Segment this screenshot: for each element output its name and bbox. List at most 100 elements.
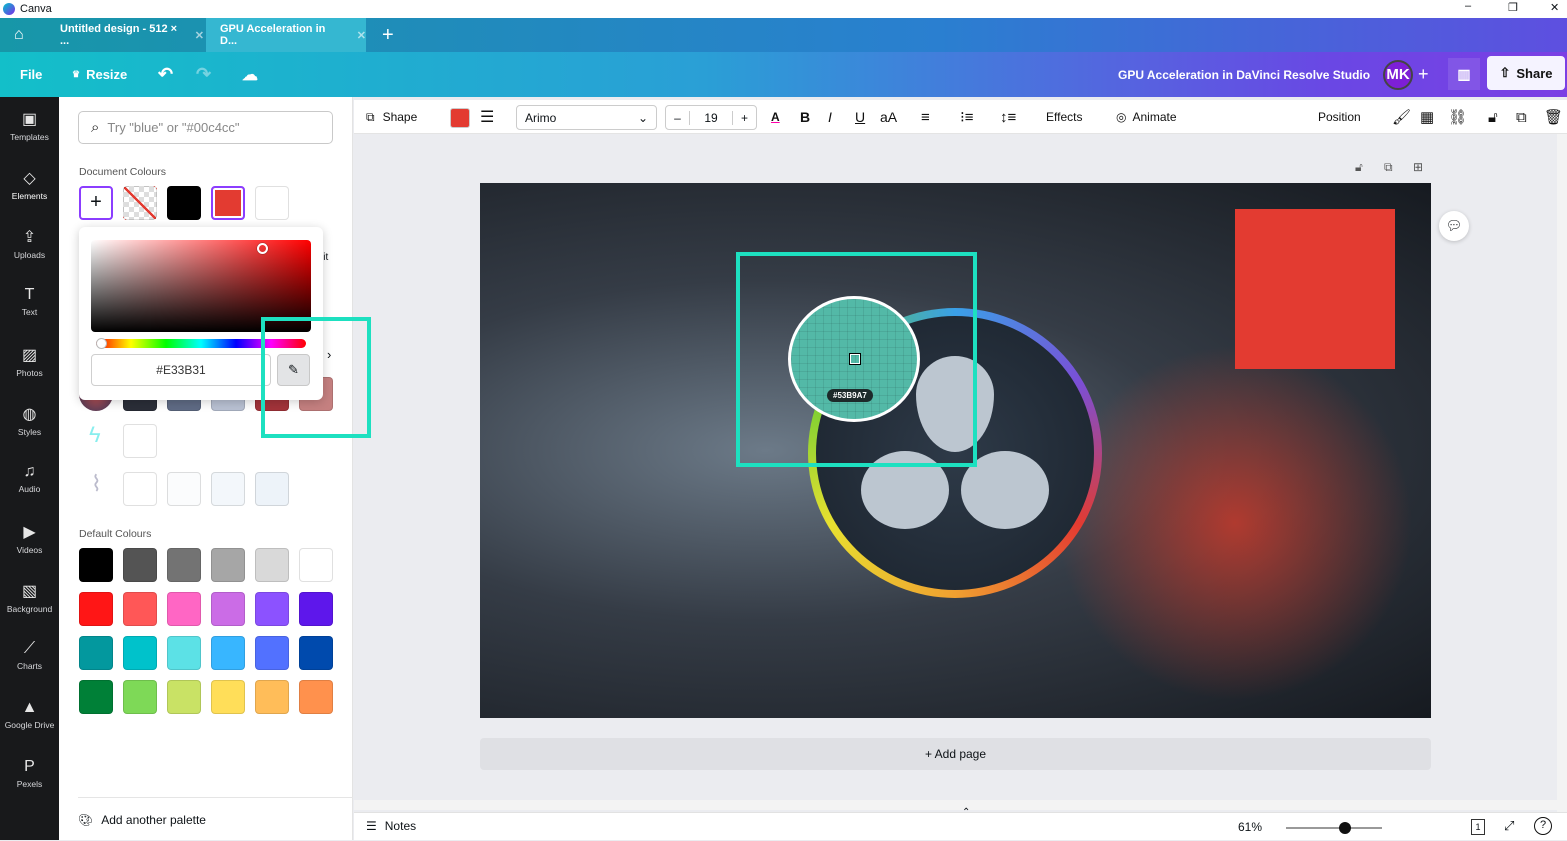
transparency-icon[interactable]: ▦	[1420, 100, 1434, 134]
restore-button[interactable]: ❐	[1508, 1, 1518, 14]
undo-button[interactable]: ↶	[158, 52, 173, 97]
default-colour-swatch[interactable]	[211, 592, 245, 626]
default-colour-swatch[interactable]	[123, 548, 157, 582]
red-square-shape[interactable]	[1235, 209, 1395, 369]
insights-button[interactable]: ▥	[1448, 58, 1480, 90]
page-count-button[interactable]: 1	[1471, 819, 1485, 835]
link-icon[interactable]: ⛓︎	[1448, 100, 1467, 134]
default-colour-swatch[interactable]	[123, 680, 157, 714]
underline-button[interactable]: U	[855, 100, 865, 134]
comment-button[interactable]: 💬︎	[1439, 211, 1469, 241]
photo-colour-swatch[interactable]	[123, 424, 157, 458]
position-button[interactable]: Position	[1318, 100, 1361, 134]
hue-handle[interactable]	[96, 338, 107, 349]
page-lock-icon[interactable]: 🔓︎	[1355, 160, 1363, 175]
default-colour-swatch[interactable]	[299, 548, 333, 582]
text-colour-button[interactable]: A	[771, 100, 780, 134]
notes-button[interactable]: ☰ Notes	[366, 819, 416, 833]
transparent-swatch[interactable]	[123, 186, 157, 220]
shape-button[interactable]: ⧉ Shape	[366, 100, 417, 134]
tab-gpu-acceleration[interactable]: GPU Acceleration in D... ✕	[206, 18, 366, 52]
default-colour-swatch[interactable]	[79, 548, 113, 582]
cloud-saved-icon[interactable]: ☁	[242, 52, 258, 97]
sidebar-item-charts[interactable]: ⟋ Charts	[0, 640, 59, 696]
default-colour-swatch[interactable]	[211, 548, 245, 582]
photo-colour-swatch[interactable]	[255, 472, 289, 506]
close-tab-icon[interactable]: ✕	[195, 29, 204, 42]
font-size-stepper[interactable]: – 19 +	[665, 105, 757, 130]
paint-format-icon[interactable]: 🖌︎	[1392, 100, 1411, 134]
sidebar-item-elements[interactable]: ◇ Elements	[0, 168, 59, 224]
animate-button[interactable]: ◎ Animate	[1116, 100, 1177, 134]
document-colour-swatch[interactable]	[255, 186, 289, 220]
redo-button[interactable]: ↷	[196, 52, 211, 97]
add-page-button[interactable]: + Add page	[480, 738, 1431, 770]
home-tab[interactable]: ⌂	[0, 18, 46, 52]
default-colour-swatch[interactable]	[211, 680, 245, 714]
sidebar-item-uploads[interactable]: ⇪ Uploads	[0, 227, 59, 283]
resize-button[interactable]: ♛ Resize	[72, 52, 127, 97]
document-colour-swatch[interactable]	[211, 186, 245, 220]
design-title[interactable]: GPU Acceleration in DaVinci Resolve Stud…	[1118, 52, 1370, 97]
decrease-font-button[interactable]: –	[666, 110, 690, 125]
sidebar-item-text[interactable]: T Text	[0, 286, 59, 342]
default-colour-swatch[interactable]	[211, 636, 245, 670]
default-colour-swatch[interactable]	[167, 548, 201, 582]
align-button[interactable]: ≡	[921, 100, 930, 134]
letter-case-button[interactable]: aA	[880, 100, 897, 134]
duplicate-icon[interactable]: ⧉	[1516, 100, 1527, 134]
new-tab-button[interactable]: +	[368, 18, 394, 52]
horizontal-scrollbar[interactable]	[354, 800, 1557, 810]
default-colour-swatch[interactable]	[255, 680, 289, 714]
photo-colour-swatch[interactable]	[167, 472, 201, 506]
default-colour-swatch[interactable]	[167, 680, 201, 714]
italic-button[interactable]: I	[828, 100, 832, 134]
show-pages-chevron-icon[interactable]: ⌃	[962, 807, 970, 818]
zoom-slider-handle[interactable]	[1338, 822, 1351, 834]
default-colour-swatch[interactable]	[255, 548, 289, 582]
colour-search-input[interactable]: ⌕ Try "blue" or "#00c4cc"	[78, 111, 333, 144]
add-colour-button[interactable]: +	[79, 186, 113, 220]
default-colour-swatch[interactable]	[79, 680, 113, 714]
default-colour-swatch[interactable]	[299, 636, 333, 670]
list-button[interactable]: ⁝≡	[960, 100, 974, 134]
fullscreen-icon[interactable]: ⤢	[1504, 818, 1514, 834]
close-tab-icon[interactable]: ✕	[357, 29, 366, 42]
add-collaborator-button[interactable]: +	[1418, 52, 1429, 97]
sidebar-item-pexels[interactable]: P Pexels	[0, 758, 59, 814]
default-colour-swatch[interactable]	[79, 636, 113, 670]
photo-colour-swatch[interactable]	[123, 472, 157, 506]
squiggle-thumbnail[interactable]: ⌇	[91, 471, 102, 497]
delete-icon[interactable]: 🗑︎	[1544, 100, 1563, 134]
saturation-handle[interactable]	[257, 243, 268, 254]
zoom-slider[interactable]	[1286, 822, 1382, 834]
sidebar-item-templates[interactable]: ▣ Templates	[0, 109, 59, 165]
share-button[interactable]: ⇧ Share	[1487, 56, 1565, 90]
lock-icon[interactable]: 🔓︎	[1488, 100, 1498, 134]
default-colour-swatch[interactable]	[167, 592, 201, 626]
sidebar-item-google-drive[interactable]: ▲ Google Drive	[0, 699, 59, 755]
close-window-button[interactable]: ✕	[1550, 1, 1559, 14]
border-style-button[interactable]: ☰	[480, 100, 494, 134]
page-duplicate-icon[interactable]: ⧉	[1384, 160, 1393, 175]
default-colour-swatch[interactable]	[299, 592, 333, 626]
default-colour-swatch[interactable]	[123, 636, 157, 670]
avatar[interactable]: MK	[1383, 60, 1413, 90]
default-colour-swatch[interactable]	[255, 592, 289, 626]
page-add-icon[interactable]: ⊞	[1413, 160, 1423, 174]
tab-untitled-design[interactable]: Untitled design - 512 × ... ✕	[46, 18, 204, 52]
effects-button[interactable]: Effects	[1046, 100, 1082, 134]
sidebar-item-background[interactable]: ▧ Background	[0, 581, 59, 637]
default-colour-swatch[interactable]	[79, 592, 113, 626]
default-colour-swatch[interactable]	[299, 680, 333, 714]
add-palette-button[interactable]: 🎨︎ Add another palette	[78, 797, 353, 841]
zoom-level[interactable]: 61%	[1238, 820, 1262, 834]
bold-button[interactable]: B	[800, 100, 810, 134]
font-size-value[interactable]: 19	[690, 111, 732, 125]
increase-font-button[interactable]: +	[732, 110, 756, 125]
lightning-thumbnail[interactable]: ϟ	[89, 422, 103, 456]
font-dropdown[interactable]: Arimo ⌄	[516, 105, 657, 130]
fill-colour-button[interactable]	[450, 108, 470, 128]
design-canvas[interactable]: #53B9A7	[480, 183, 1431, 718]
default-colour-swatch[interactable]	[123, 592, 157, 626]
